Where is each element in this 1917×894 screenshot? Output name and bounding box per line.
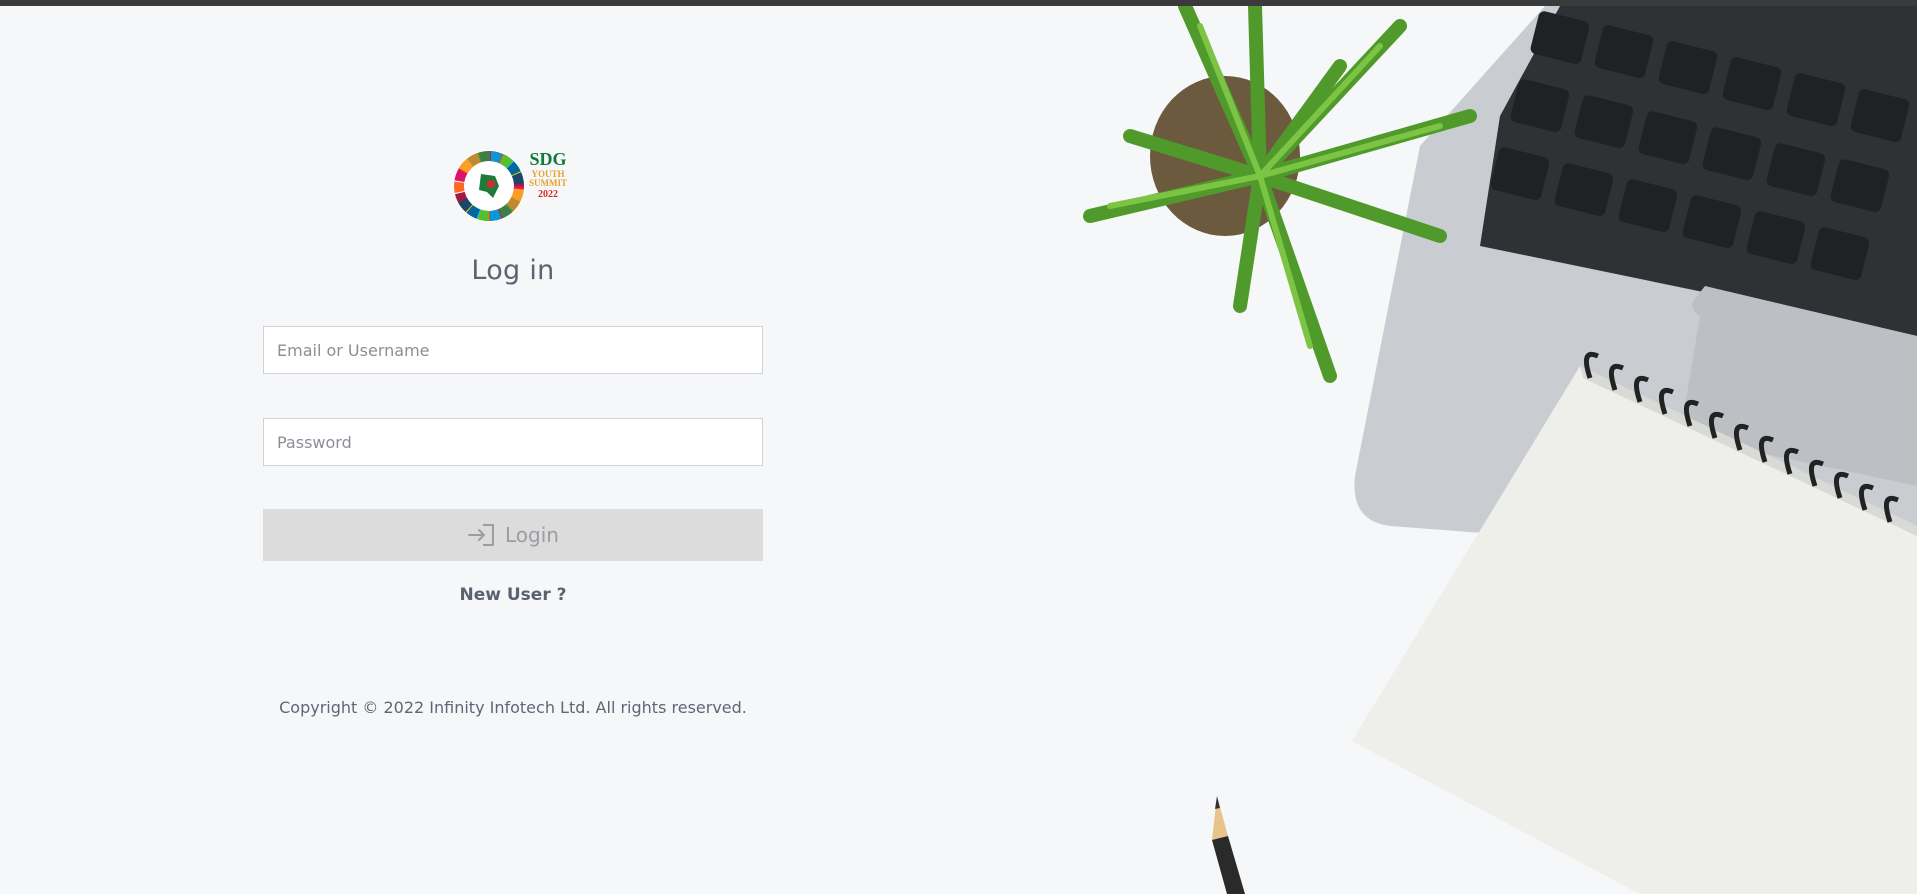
password-input[interactable] xyxy=(263,418,763,466)
sdg-youth-summit-logo: SDG YOUTH SUMMIT 2022 xyxy=(451,146,575,226)
logo-sdg-text: SDG xyxy=(529,149,567,169)
logo-year-text: 2022 xyxy=(538,189,558,200)
login-button[interactable]: Login xyxy=(263,509,763,561)
page-title: Log in xyxy=(471,255,555,286)
login-button-label: Login xyxy=(505,523,559,547)
copyright-text: Copyright © 2022 Infinity Infotech Ltd. … xyxy=(279,698,747,717)
logo-summit-text: SUMMIT xyxy=(529,178,567,188)
email-username-input[interactable] xyxy=(263,326,763,374)
pencil-image xyxy=(1212,796,1245,894)
login-arrow-icon xyxy=(468,524,495,546)
logo-text: SDG YOUTH SUMMIT 2022 xyxy=(529,150,567,200)
new-user-link[interactable]: New User ? xyxy=(263,585,763,605)
sdg-wheel-icon xyxy=(453,150,525,222)
